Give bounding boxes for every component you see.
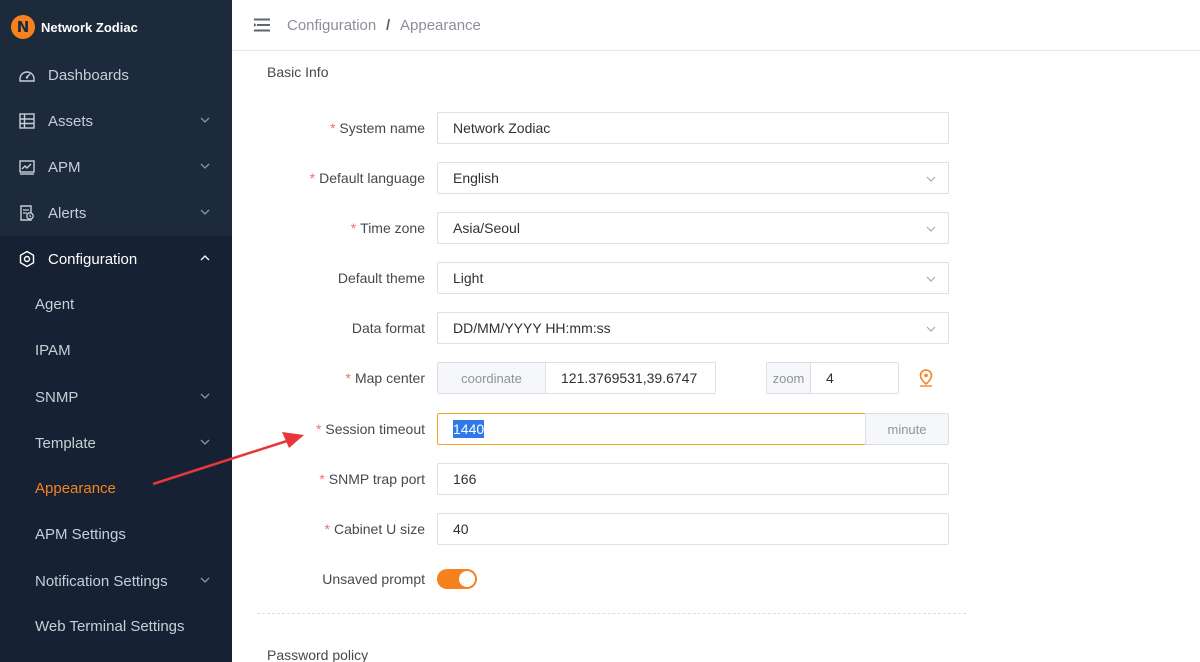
sidebar-item-alerts[interactable]: Alerts bbox=[0, 190, 232, 236]
table-icon bbox=[19, 113, 35, 129]
coordinate-addon: coordinate bbox=[437, 362, 546, 394]
sidebar-item-label: APM Settings bbox=[35, 525, 126, 543]
sidebar-item-apm[interactable]: APM bbox=[0, 144, 232, 190]
default-theme-select[interactable]: Light bbox=[437, 262, 949, 294]
map-pin-icon[interactable] bbox=[918, 369, 934, 387]
snmp-trap-port-label: * SNMP trap port bbox=[319, 471, 425, 487]
sidebar-item-label: Template bbox=[35, 434, 96, 452]
sidebar-item-label: Appearance bbox=[35, 479, 116, 497]
sidebar-subitem-appearance[interactable]: Appearance bbox=[0, 465, 232, 511]
chevron-down-icon bbox=[200, 209, 210, 215]
section-divider bbox=[257, 613, 966, 614]
sidebar-item-assets[interactable]: Assets bbox=[0, 98, 232, 144]
unsaved-prompt-toggle[interactable] bbox=[437, 569, 477, 589]
sidebar-item-label: APM bbox=[48, 158, 81, 176]
sidebar-subitem-snmp[interactable]: SNMP bbox=[0, 374, 232, 420]
chevron-down-icon bbox=[200, 117, 210, 123]
session-timeout-value: 1440 bbox=[453, 420, 485, 438]
sidebar-subitem-apm-settings[interactable]: APM Settings bbox=[0, 511, 232, 557]
sidebar-item-label: Web Terminal Settings bbox=[35, 617, 185, 635]
default-language-label: * Default language bbox=[309, 170, 425, 186]
system-name-input[interactable]: Network Zodiac bbox=[437, 112, 949, 144]
cabinet-u-size-input[interactable]: 40 bbox=[437, 513, 949, 545]
sidebar-item-label: Notification Settings bbox=[35, 572, 168, 590]
breadcrumb-appearance: Appearance bbox=[400, 17, 481, 34]
chart-icon bbox=[19, 160, 35, 175]
coordinate-input[interactable]: 121.3769531,39.6747 bbox=[545, 362, 716, 394]
system-name-label: * System name bbox=[329, 120, 425, 136]
sidebar-item-label: Configuration bbox=[48, 250, 138, 268]
sidebar-subitem-agent[interactable]: Agent bbox=[0, 281, 232, 327]
app-logo[interactable]: N Network Zodiac bbox=[0, 0, 232, 54]
chevron-down-icon bbox=[926, 326, 936, 332]
cabinet-u-size-label: * Cabinet U size bbox=[324, 521, 426, 537]
zoom-addon: zoom bbox=[766, 362, 811, 394]
sidebar-subitem-notification-settings[interactable]: Notification Settings bbox=[0, 558, 232, 604]
data-format-label: Data format bbox=[351, 320, 425, 336]
sidebar-item-configuration[interactable]: Configuration bbox=[0, 236, 232, 282]
zoom-input[interactable]: 4 bbox=[810, 362, 899, 394]
session-timeout-label: * Session timeout bbox=[315, 421, 425, 437]
sidebar-item-label: SNMP bbox=[35, 388, 79, 406]
sidebar-item-dashboards[interactable]: Dashboards bbox=[0, 52, 232, 98]
chevron-down-icon bbox=[200, 439, 210, 445]
config-icon bbox=[19, 250, 35, 268]
default-language-select[interactable]: English bbox=[437, 162, 949, 194]
chevron-down-icon bbox=[200, 577, 210, 583]
section-title-password-policy: Password policy bbox=[267, 647, 369, 662]
chevron-down-icon bbox=[926, 276, 936, 282]
sidebar-item-label: Assets bbox=[48, 112, 94, 130]
chevron-up-icon bbox=[200, 255, 210, 261]
sidebar-subitem-ipam[interactable]: IPAM bbox=[0, 327, 232, 373]
section-title-basic-info: Basic Info bbox=[267, 64, 329, 80]
sidebar-item-label: Agent bbox=[35, 295, 75, 313]
sidebar-subitem-web-terminal-settings[interactable]: Web Terminal Settings bbox=[0, 603, 232, 649]
session-timeout-unit: minute bbox=[865, 413, 949, 445]
top-header: Configuration / Appearance bbox=[232, 0, 1200, 51]
sidebar-subitem-template[interactable]: Template bbox=[0, 420, 232, 466]
chevron-down-icon bbox=[200, 393, 210, 399]
chevron-down-icon bbox=[200, 163, 210, 169]
chevron-down-icon bbox=[926, 226, 936, 232]
data-format-select[interactable]: DD/MM/YYYY HH:mm:ss bbox=[437, 312, 949, 344]
time-zone-select[interactable]: Asia/Seoul bbox=[437, 212, 949, 244]
snmp-trap-port-input[interactable]: 166 bbox=[437, 463, 949, 495]
time-zone-label: * Time zone bbox=[350, 220, 425, 236]
alert-icon bbox=[20, 205, 34, 221]
default-theme-label: Default theme bbox=[337, 270, 425, 286]
map-center-label: * Map center bbox=[345, 370, 426, 386]
chevron-down-icon bbox=[926, 176, 936, 182]
logo-icon: N bbox=[11, 15, 35, 39]
sidebar-item-label: Alerts bbox=[48, 204, 87, 222]
sidebar-item-label: IPAM bbox=[35, 341, 71, 359]
dashboard-icon bbox=[19, 71, 35, 82]
app-name: Network Zodiac bbox=[41, 19, 138, 35]
unsaved-prompt-label: Unsaved prompt bbox=[322, 571, 425, 587]
breadcrumb-configuration[interactable]: Configuration bbox=[287, 17, 376, 34]
breadcrumb-separator: / bbox=[386, 17, 391, 34]
sidebar-item-label: Dashboards bbox=[48, 66, 129, 84]
menu-toggle-icon[interactable] bbox=[254, 18, 270, 32]
sidebar: N Network Zodiac Dashboards Assets APM A… bbox=[0, 0, 232, 662]
session-timeout-input[interactable]: 1440 bbox=[437, 413, 866, 445]
toggle-knob bbox=[459, 571, 475, 587]
